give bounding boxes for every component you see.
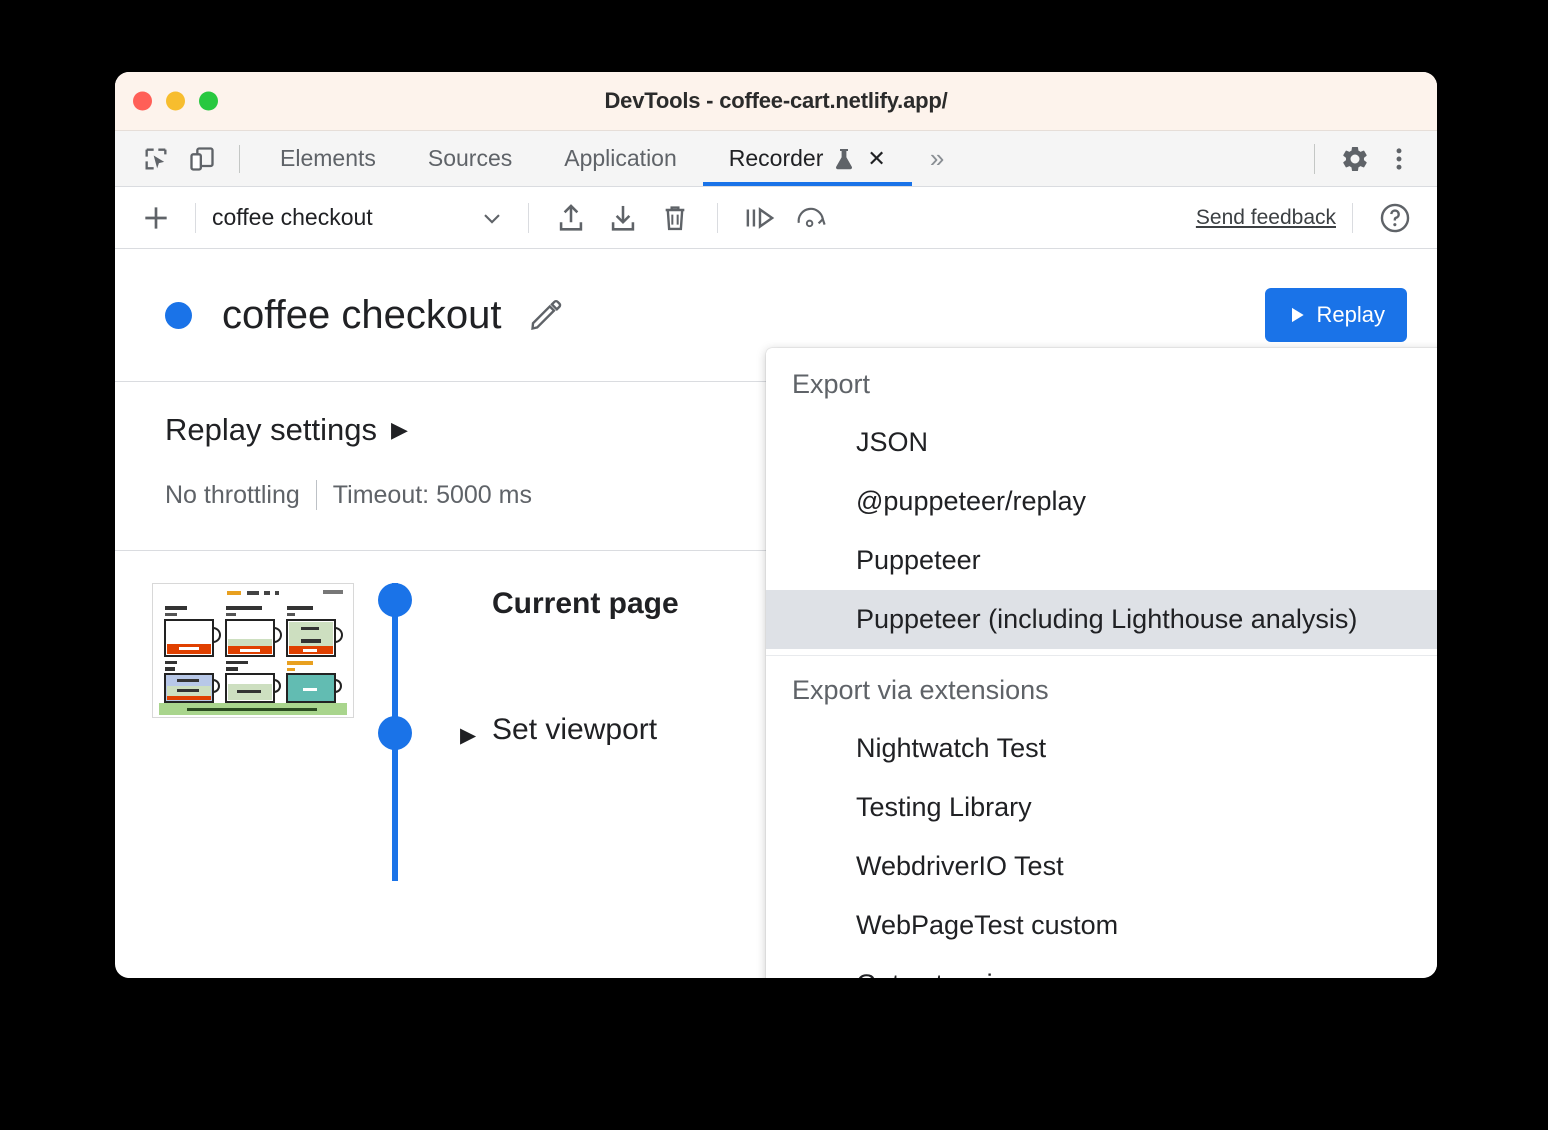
window-titlebar: DevTools - coffee-cart.netlify.app/ [115, 72, 1437, 131]
recorder-toolbar: coffee checkout [115, 187, 1437, 249]
expand-arrow-icon: ▶ [391, 419, 408, 441]
help-icon[interactable] [1369, 195, 1421, 241]
timeline-node-set-viewport[interactable] [378, 716, 412, 750]
tabbar-right-divider [1314, 144, 1315, 174]
toolbar-divider-1 [195, 203, 196, 233]
inspect-element-icon[interactable] [133, 138, 179, 180]
import-recording-icon[interactable] [597, 195, 649, 241]
screenshot-root: DevTools - coffee-cart.netlify.app/ [0, 0, 1548, 1130]
tab-recorder[interactable]: Recorder ✕ [703, 131, 912, 186]
replay-button-label: Replay [1317, 302, 1385, 328]
step-label-current-page: Current page [492, 587, 679, 621]
menu-section-header-extensions: Export via extensions [766, 662, 1437, 719]
tabbar-divider [239, 145, 240, 173]
recording-selector[interactable]: coffee checkout [212, 204, 512, 232]
replay-settings-label: Replay settings [165, 412, 377, 448]
menu-section-divider [766, 655, 1437, 656]
export-recording-icon[interactable] [545, 195, 597, 241]
window-title: DevTools - coffee-cart.netlify.app/ [115, 88, 1437, 114]
timeout-value: Timeout: 5000 ms [333, 481, 532, 510]
recorder-toolbar-right: Send feedback [1196, 195, 1437, 241]
tab-application[interactable]: Application [538, 131, 703, 186]
menu-item-puppeteer-replay[interactable]: @puppeteer/replay [766, 472, 1437, 531]
send-feedback-link[interactable]: Send feedback [1196, 206, 1336, 230]
toolbar-divider-2 [528, 203, 529, 233]
throttling-value: No throttling [165, 481, 300, 510]
settings-gear-icon[interactable] [1333, 137, 1377, 181]
panel-tabs: Elements Sources Application Recorder ✕ [254, 131, 962, 186]
menu-item-nightwatch-test[interactable]: Nightwatch Test [766, 719, 1437, 778]
menu-item-puppeteer-lighthouse[interactable]: Puppeteer (including Lighthouse analysis… [766, 590, 1437, 649]
step-label-set-viewport: Set viewport [492, 713, 657, 747]
menu-item-webdriverio-test[interactable]: WebdriverIO Test [766, 837, 1437, 896]
play-icon [1287, 305, 1307, 325]
experiment-flask-icon [833, 147, 855, 171]
edit-title-pencil-icon[interactable] [527, 297, 563, 333]
more-options-icon[interactable] [1377, 137, 1421, 181]
menu-item-json[interactable]: JSON [766, 413, 1437, 472]
recording-status-dot [165, 302, 192, 329]
tab-elements-label: Elements [280, 145, 376, 172]
chevron-down-icon [478, 204, 512, 232]
tab-elements[interactable]: Elements [254, 131, 402, 186]
tab-sources[interactable]: Sources [402, 131, 538, 186]
step-expand-caret-set-viewport[interactable]: ▶ [460, 723, 476, 748]
menu-item-puppeteer[interactable]: Puppeteer [766, 531, 1437, 590]
menu-item-testing-library[interactable]: Testing Library [766, 778, 1437, 837]
menu-section-header-export: Export [766, 356, 1437, 413]
tab-sources-label: Sources [428, 145, 512, 172]
replay-with-slow-speed-icon[interactable] [786, 195, 838, 241]
create-recording-button[interactable] [133, 195, 179, 241]
devtools-tabbar: Elements Sources Application Recorder ✕ [115, 131, 1437, 187]
more-tabs-icon[interactable]: » [912, 143, 962, 174]
timeline-node-current-page[interactable] [378, 583, 412, 617]
recording-title: coffee checkout [222, 293, 501, 338]
tab-application-label: Application [564, 145, 677, 172]
step-by-step-replay-icon[interactable] [734, 195, 786, 241]
delete-recording-icon[interactable] [649, 195, 701, 241]
tab-recorder-label: Recorder [729, 145, 824, 172]
export-dropdown-menu: Export JSON @puppeteer/replay Puppeteer … [766, 348, 1437, 978]
replay-button[interactable]: Replay [1265, 288, 1407, 342]
menu-item-get-extensions[interactable]: Get extensions… [766, 955, 1437, 978]
tabbar-right-actions [1296, 137, 1437, 181]
toolbar-divider-4 [1352, 203, 1353, 233]
summary-divider [316, 480, 317, 510]
menu-item-webpagetest-custom[interactable]: WebPageTest custom [766, 896, 1437, 955]
recording-selector-value: coffee checkout [212, 204, 373, 231]
page-screenshot-thumbnail [152, 583, 354, 718]
device-toolbar-icon[interactable] [179, 138, 225, 180]
devtools-window: DevTools - coffee-cart.netlify.app/ [115, 72, 1437, 978]
toolbar-divider-3 [717, 203, 718, 233]
close-recorder-tab-icon[interactable]: ✕ [867, 148, 885, 170]
